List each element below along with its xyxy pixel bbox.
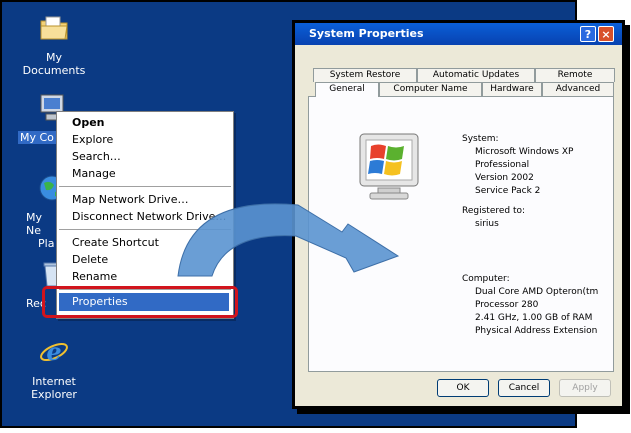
computer-heading: Computer: <box>462 274 510 284</box>
window-title: System Properties <box>309 27 424 40</box>
help-button[interactable]: ? <box>580 26 596 42</box>
tab-hardware[interactable]: Hardware <box>482 82 542 96</box>
my-documents-shortcut[interactable]: My Documents <box>14 12 94 77</box>
menu-item-manage[interactable]: Manage <box>72 166 116 182</box>
svg-text:e: e <box>46 337 61 366</box>
tab-automatic-updates[interactable]: Automatic Updates <box>417 68 535 82</box>
internet-explorer-shortcut[interactable]: e Internet Explorer <box>14 336 94 401</box>
menu-item-delete[interactable]: Delete <box>72 252 108 268</box>
system-properties-window: System Properties ? × System Restore Aut… <box>292 20 625 409</box>
icon-label: My Documents <box>22 51 86 77</box>
menu-item-explore[interactable]: Explore <box>72 132 113 148</box>
properties-highlight-ring <box>42 286 238 318</box>
tab-advanced[interactable]: Advanced <box>542 82 614 96</box>
os-version: Version 2002 <box>475 173 534 183</box>
title-bar[interactable]: System Properties ? × <box>295 23 622 45</box>
network-places-shortcut[interactable]: My Ne Pla <box>8 172 65 250</box>
tab-system-restore[interactable]: System Restore <box>313 68 417 82</box>
tab-computer-name[interactable]: Computer Name <box>379 82 482 96</box>
menu-item-search[interactable]: Search… <box>72 149 121 165</box>
menu-item-open[interactable]: Open <box>72 115 105 131</box>
os-name: Microsoft Windows XP <box>475 147 574 157</box>
os-edition: Professional <box>475 160 530 170</box>
general-tab-panel: System: Microsoft Windows XP Professiona… <box>308 96 614 372</box>
registered-user: sirius <box>475 219 499 229</box>
icon-label: Pla <box>38 237 55 250</box>
system-heading: System: <box>462 134 499 144</box>
registered-heading: Registered to: <box>462 206 526 216</box>
menu-item-disconnect-network-drive[interactable]: Disconnect Network Drive… <box>72 209 226 225</box>
cpu-speed-ram: 2.41 GHz, 1.00 GB of RAM <box>475 313 593 323</box>
folder-icon <box>40 16 68 40</box>
icon-label: My Co <box>18 131 56 144</box>
cancel-button[interactable]: Cancel <box>498 379 550 397</box>
menu-item-map-network-drive[interactable]: Map Network Drive… <box>72 192 188 208</box>
windows-logo-icon <box>359 133 419 200</box>
cpu-name: Dual Core AMD Opteron(tm <box>475 287 599 297</box>
icon-label: My Ne <box>26 211 43 237</box>
os-service-pack: Service Pack 2 <box>475 186 541 196</box>
menu-separator <box>59 186 231 187</box>
close-button[interactable]: × <box>598 26 614 42</box>
icon-label: Explorer <box>31 388 77 401</box>
my-computer-shortcut[interactable]: My Co <box>2 92 64 144</box>
tab-general[interactable]: General <box>315 82 379 97</box>
cpu-model: Processor 280 <box>475 300 539 310</box>
internet-explorer-icon: e <box>40 337 68 366</box>
tab-remote[interactable]: Remote <box>535 68 615 82</box>
pae-status: Physical Address Extension <box>475 326 598 336</box>
ok-button[interactable]: OK <box>437 379 489 397</box>
icon-label: Internet <box>32 375 76 388</box>
apply-button[interactable]: Apply <box>559 379 611 397</box>
menu-separator <box>59 229 231 230</box>
menu-item-create-shortcut[interactable]: Create Shortcut <box>72 235 159 251</box>
menu-item-rename[interactable]: Rename <box>72 269 117 285</box>
